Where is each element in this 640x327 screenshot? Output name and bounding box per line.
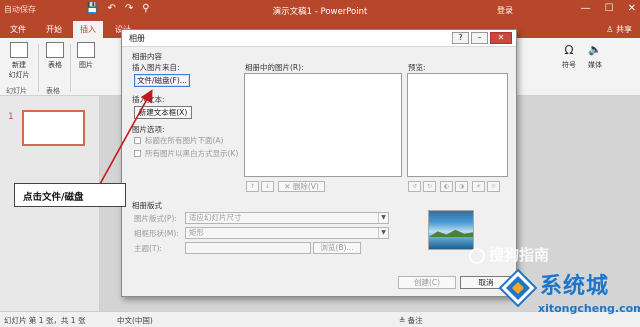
- site-url: xitongcheng.com: [538, 302, 640, 315]
- sogou-logo-icon: [469, 247, 485, 264]
- annotation-callout: 点击文件/磁盘: [14, 183, 126, 207]
- site-watermark: 系统城 xitongcheng.com: [498, 262, 640, 327]
- site-logo-icon: [498, 268, 538, 308]
- site-name: 系统城: [540, 274, 610, 299]
